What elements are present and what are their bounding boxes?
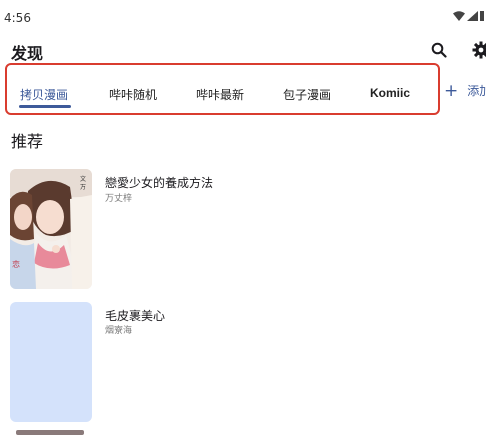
signal-icon	[467, 11, 478, 21]
comic-list-item[interactable]: 文 万 恋 戀愛少女的養成方法 万丈梓	[0, 169, 486, 291]
status-bar: 4:56	[0, 0, 486, 34]
comic-author: 万丈梓	[105, 194, 133, 204]
app-bar: 发现	[0, 34, 486, 66]
add-tab-button[interactable]: + 添加	[444, 82, 486, 99]
battery-icon	[480, 11, 484, 21]
add-tab-label: 添加	[467, 84, 486, 98]
comic-title: 戀愛少女的養成方法	[105, 176, 214, 190]
status-icons	[453, 11, 484, 21]
tab-baozi-manga[interactable]: 包子漫画	[283, 86, 331, 103]
tab-komiic[interactable]: Komiic	[370, 86, 410, 100]
comic-author: 烟寮海	[105, 326, 133, 336]
tab-pica-random[interactable]: 哔咔随机	[109, 86, 157, 103]
search-icon[interactable]	[428, 39, 450, 61]
comic-title: 毛皮裹美心	[105, 309, 166, 323]
wifi-icon	[453, 11, 465, 21]
svg-text:文: 文	[80, 175, 86, 183]
page-title: 发现	[11, 44, 44, 63]
plus-icon: +	[444, 80, 459, 101]
active-tab-indicator	[19, 105, 71, 108]
status-time: 4:56	[4, 11, 31, 25]
svg-text:恋: 恋	[12, 259, 20, 269]
source-tabs: 拷贝漫画 哔咔随机 哔咔最新 包子漫画 Komiic	[5, 63, 440, 115]
comic-cover-placeholder[interactable]	[10, 302, 92, 422]
comic-cover[interactable]: 文 万 恋	[10, 169, 92, 289]
next-comic-cover-edge	[16, 430, 84, 435]
comic-list-item[interactable]: 毛皮裹美心 烟寮海	[0, 302, 486, 424]
tab-copy-manga[interactable]: 拷贝漫画	[20, 86, 68, 103]
settings-icon[interactable]	[470, 39, 486, 61]
svg-text:万: 万	[80, 184, 86, 191]
section-title: 推荐	[11, 132, 44, 151]
tab-pica-latest[interactable]: 哔咔最新	[196, 86, 244, 103]
